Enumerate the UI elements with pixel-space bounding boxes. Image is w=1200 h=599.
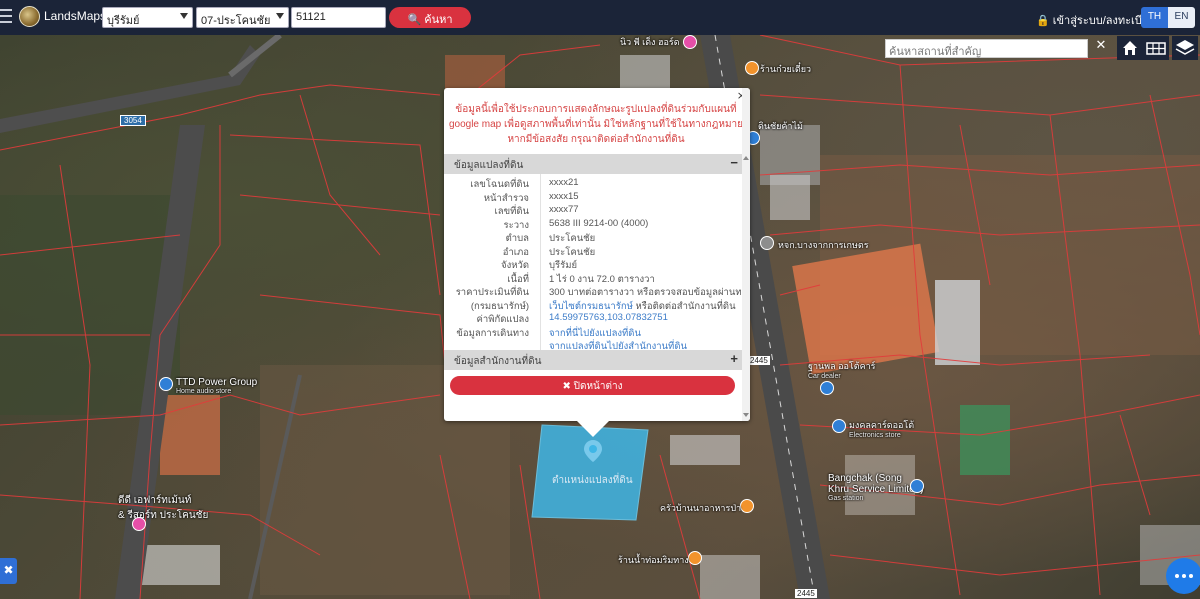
login-link[interactable]: 🔒 เข้าสู่ระบบ/ลงทะเบียน: [1036, 11, 1156, 29]
road-3054-shield: 3054: [120, 115, 146, 126]
poi-pin-gray[interactable]: [760, 236, 774, 250]
poi-label-ttd[interactable]: TTD Power Group Home audio store: [176, 377, 257, 395]
info-row: เนื้อที่ 1 ไร่ 0 งาน 72.0 ตารางวา: [444, 272, 742, 285]
dot-icon: [1189, 574, 1193, 578]
parcel-section-title: ข้อมูลแปลงที่ดิน: [454, 160, 524, 171]
district-value: 07-ประโคนชัย: [201, 15, 271, 27]
parcel-info-popup: × ข้อมูลนี้เพื่อใช้ประกอบการแสดงลักษณะรู…: [444, 88, 750, 421]
coordinates-link[interactable]: 14.59975763,103.07832751: [549, 312, 668, 323]
tools-toggle-icon[interactable]: ✖: [0, 558, 17, 584]
info-row: ข้อมูลการเดินทาง จากที่นี่ไปยังแปลงที่ดิ…: [444, 326, 742, 339]
poi-pin-electronics[interactable]: [832, 419, 846, 433]
lang-en-button[interactable]: EN: [1168, 7, 1195, 28]
info-row: จังหวัด บุรีรัมย์: [444, 258, 742, 271]
poi-pin-pink[interactable]: [683, 35, 697, 49]
poi-label[interactable]: ร้านน้ำท่อมริมทาง: [618, 553, 689, 567]
chevron-down-icon: [276, 13, 284, 19]
info-value-rest: หรือติดต่อสำนักงานที่ดิน: [632, 300, 736, 312]
info-row: (กรมธนารักษ์) เว็บไซต์กรมธนารักษ์ หรือติ…: [444, 299, 742, 312]
poi-pin-restaurant[interactable]: [745, 61, 759, 75]
search-button[interactable]: 🔍 ค้นหา: [389, 7, 471, 28]
dot-icon: [1182, 574, 1186, 578]
clear-search-icon[interactable]: ✕: [1091, 38, 1111, 58]
grid-icon: [1146, 42, 1166, 55]
info-row: ตำบล ประโคนชัย: [444, 231, 742, 244]
road-2445-shield: 2445: [748, 356, 770, 365]
province-select[interactable]: บุรีรัมย์: [102, 7, 193, 28]
landsmaps-logo[interactable]: [19, 6, 40, 27]
treasury-website-link[interactable]: เว็บไซต์กรมธนารักษ์: [549, 301, 633, 312]
parcel-section-header[interactable]: ข้อมูลแปลงที่ดิน −: [444, 154, 742, 174]
info-value: xxxx15: [549, 190, 579, 202]
poi-label[interactable]: หจก.บางจากการเกษตร: [778, 238, 869, 252]
top-navigation-bar: LandsMaps บุรีรัมย์ 07-ประโคนชัย 51121 🔍…: [0, 0, 1200, 35]
poi-pin-ttd[interactable]: [159, 377, 173, 391]
poi-label[interactable]: ดินชัยค้าไม้: [758, 119, 803, 133]
poi-pin-car[interactable]: [820, 381, 834, 395]
expand-icon[interactable]: +: [730, 351, 738, 366]
brand-name[interactable]: LandsMaps: [44, 9, 106, 23]
collapse-icon[interactable]: −: [730, 155, 738, 170]
lang-th-button[interactable]: TH: [1141, 7, 1168, 28]
poi-pin-gas[interactable]: [910, 479, 924, 493]
info-value: xxxx77: [549, 204, 579, 215]
info-row: อำเภอ ประโคนชัย: [444, 245, 742, 258]
info-row: เลขที่ดิน xxxx77: [444, 204, 742, 217]
disclaimer-notice: ข้อมูลนี้เพื่อใช้ประกอบการแสดงลักษณะรูปแ…: [448, 104, 744, 145]
poi-label-resort[interactable]: ดีดี เอฟาร์ทเม้นท์ & รีสอร์ท ประโคนชัย: [118, 493, 208, 523]
poi-label-electronics[interactable]: มงคลคาร์ดออโต้ Electronics store: [849, 418, 914, 439]
deed-number-value: 51121: [296, 11, 326, 23]
info-row: หน้าสำรวจ xxxx15: [444, 191, 742, 204]
info-row: ระวาง 5638 III 9214-00 (4000): [444, 218, 742, 231]
info-row: เลขโฉนดที่ดิน xxxx21: [444, 177, 742, 190]
lock-icon: 🔒: [1036, 15, 1050, 27]
popup-pointer: [577, 421, 609, 437]
scroll-down-icon[interactable]: [743, 413, 749, 417]
search-button-label: ค้นหา: [424, 14, 453, 26]
poi-pin-resort[interactable]: [132, 517, 146, 531]
chat-fab-button[interactable]: [1166, 558, 1200, 594]
poi-label[interactable]: ร้านก๋วยเตี๋ยว: [760, 62, 811, 76]
place-search-input[interactable]: ค้นหาสถานที่สำคัญ: [885, 39, 1088, 58]
road-2445-shield-bottom: 2445: [795, 589, 817, 598]
office-section-title: ข้อมูลสำนักงานที่ดิน: [454, 356, 542, 367]
poi-label[interactable]: ครัวบ้านนาอาหารป่า: [660, 501, 741, 515]
menu-icon[interactable]: [0, 9, 13, 24]
parcel-position-label: ตำแหน่งแปลงที่ดิน: [552, 475, 633, 486]
poi-pin-noodle[interactable]: [688, 551, 702, 565]
poi-pin-kitchen[interactable]: [740, 499, 754, 513]
info-row: ค่าพิกัดแปลง 14.59975763,103.07832751: [444, 312, 742, 325]
dot-icon: [1175, 574, 1179, 578]
info-value: xxxx21: [549, 177, 579, 188]
home-button[interactable]: [1117, 36, 1143, 60]
search-icon: 🔍: [407, 14, 422, 26]
info-row: ราคาประเมินที่ดิน 300 บาทต่อตารางวา หรือ…: [444, 285, 750, 298]
deed-number-input[interactable]: 51121: [291, 7, 386, 28]
home-icon: [1123, 41, 1137, 55]
scroll-up-icon[interactable]: [743, 156, 749, 160]
chevron-down-icon: [180, 13, 188, 19]
province-value: บุรีรัมย์: [107, 15, 140, 27]
popup-scrollbar[interactable]: [742, 88, 750, 421]
district-select[interactable]: 07-ประโคนชัย: [196, 7, 289, 28]
poi-label[interactable]: นิว พี เด็ง ฮอร์ด: [620, 35, 680, 49]
parcel-marker-icon: [584, 440, 602, 462]
layers-button[interactable]: [1172, 36, 1198, 60]
layers-icon: [1175, 40, 1195, 55]
poi-label-car[interactable]: ฐานพล ออโต้คาร์ Car dealer: [808, 359, 876, 380]
info-value: 5638 III 9214-00 (4000): [549, 217, 649, 229]
grid-button[interactable]: [1143, 36, 1169, 60]
close-window-button[interactable]: ✖ ปิดหน้าต่าง: [450, 376, 735, 395]
office-section-header[interactable]: ข้อมูลสำนักงานที่ดิน +: [444, 350, 742, 370]
